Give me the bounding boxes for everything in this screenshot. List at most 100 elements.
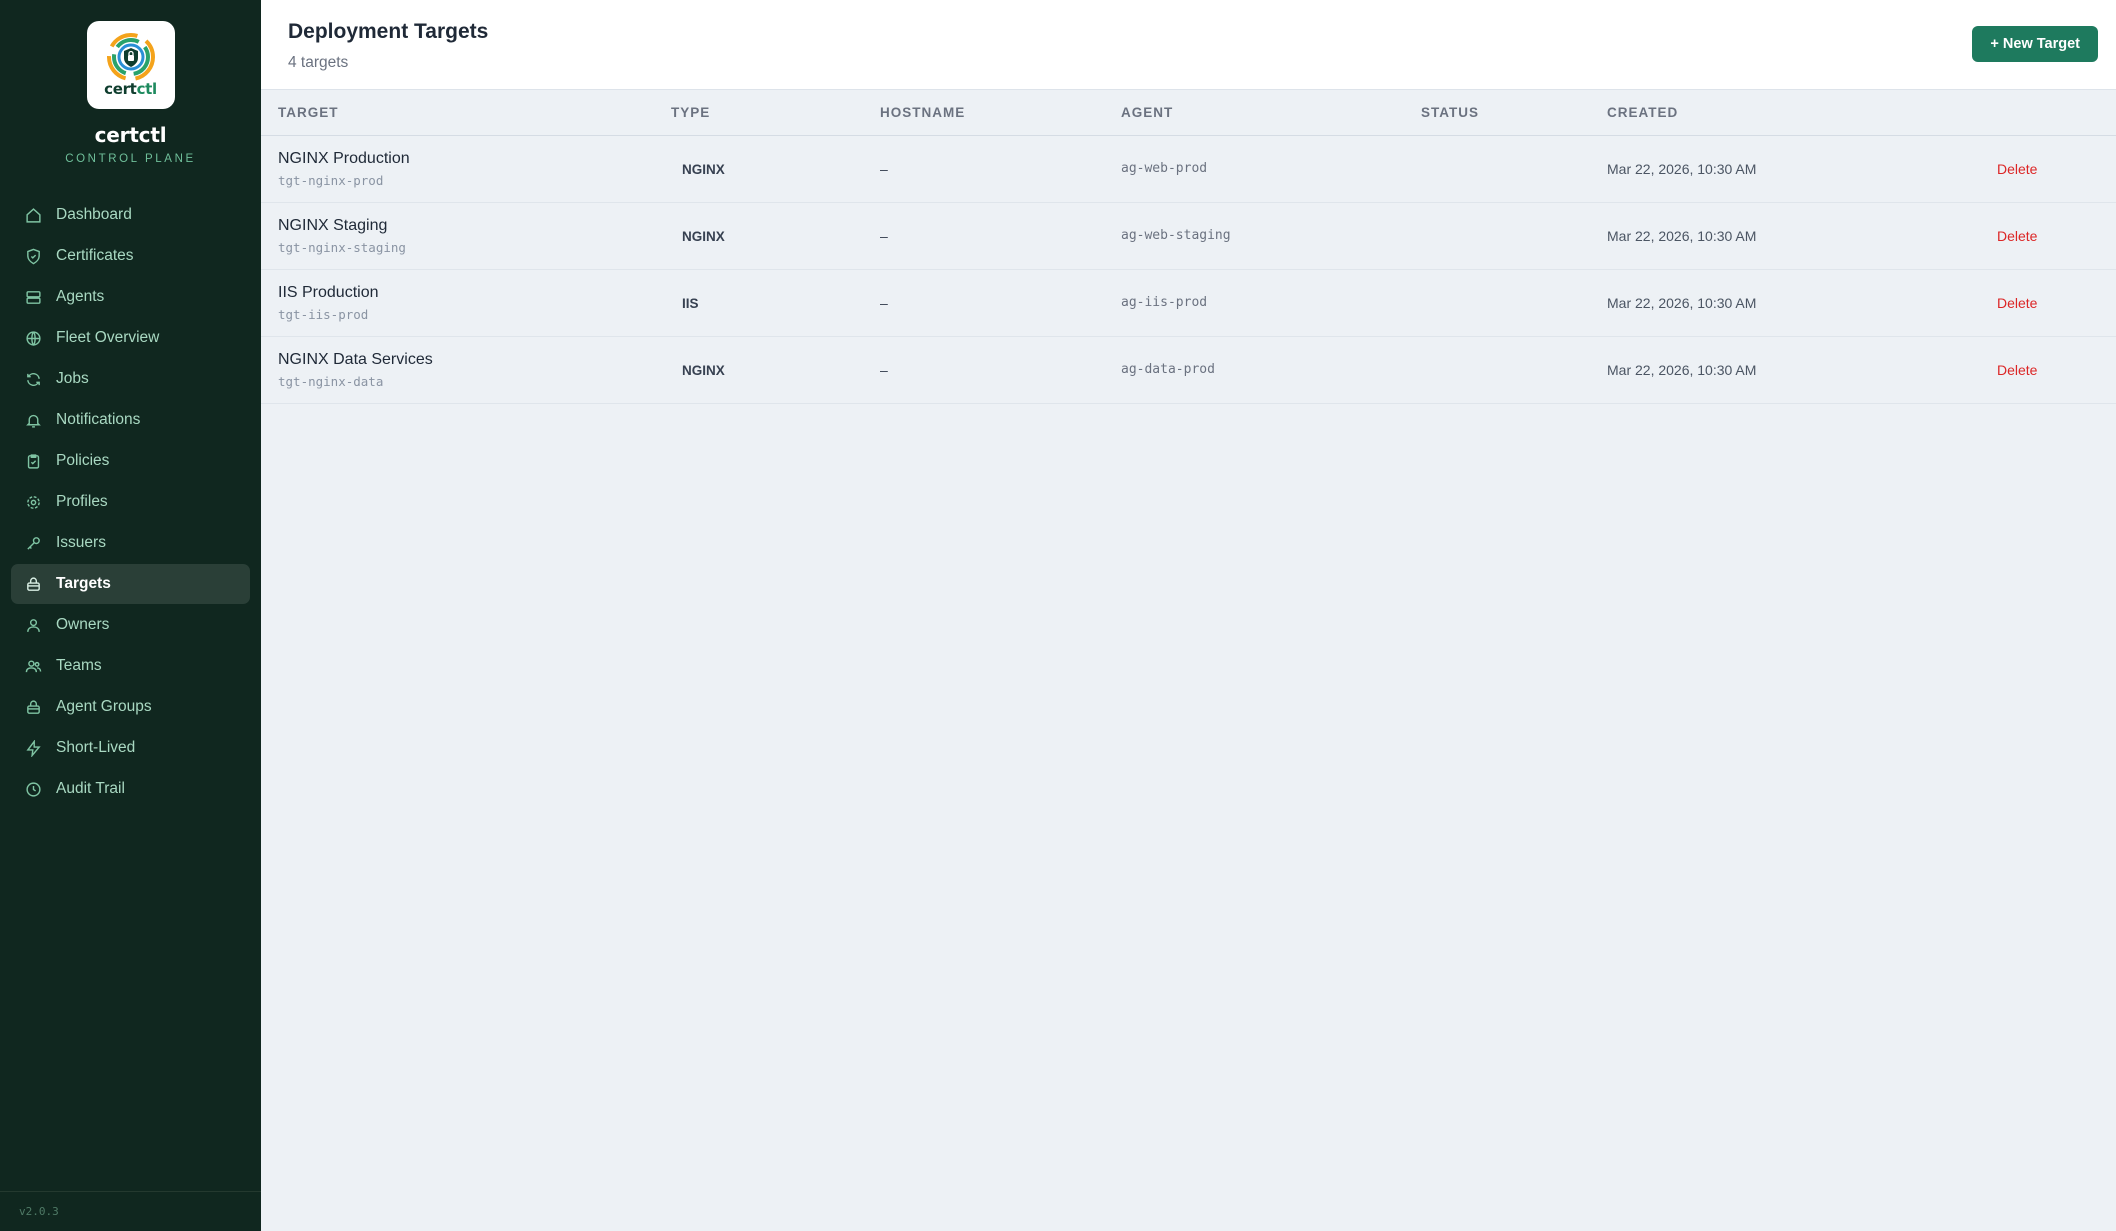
new-target-button[interactable]: + New Target <box>1972 26 2098 62</box>
targets-table: TARGET TYPE HOSTNAME AGENT STATUS CREATE… <box>261 90 2116 404</box>
clipboard-check-icon <box>24 452 42 470</box>
status-cell <box>1404 202 1590 269</box>
actions-cell: Delete <box>1970 269 2116 336</box>
table-row[interactable]: NGINX Staging tgt-nginx-staging NGINX – … <box>261 202 2116 269</box>
actions-cell: Delete <box>1970 336 2116 403</box>
column-header-hostname[interactable]: HOSTNAME <box>863 90 1104 136</box>
page-title: Deployment Targets <box>288 20 489 43</box>
sidebar-item-certificates[interactable]: Certificates <box>11 236 250 276</box>
delete-button[interactable]: Delete <box>1987 295 2037 311</box>
sidebar-item-agent-groups[interactable]: Agent Groups <box>11 687 250 727</box>
sidebar-item-jobs[interactable]: Jobs <box>11 359 250 399</box>
type-badge: NGINX <box>682 161 725 177</box>
column-header-target[interactable]: TARGET <box>261 90 654 136</box>
delete-button[interactable]: Delete <box>1987 228 2037 244</box>
gear-icon <box>24 493 42 511</box>
created-cell: Mar 22, 2026, 10:30 AM <box>1607 160 1757 177</box>
agent-cell: ag-web-prod <box>1121 161 1208 176</box>
key-icon <box>24 534 42 552</box>
created-cell: Mar 22, 2026, 10:30 AM <box>1607 227 1757 244</box>
sidebar-item-issuers[interactable]: Issuers <box>11 523 250 563</box>
sidebar-item-targets[interactable]: Targets <box>11 564 250 604</box>
target-cell: IIS Production tgt-iis-prod <box>261 269 654 336</box>
column-header-status[interactable]: STATUS <box>1404 90 1590 136</box>
sidebar-item-profiles[interactable]: Profiles <box>11 482 250 522</box>
target-cell: NGINX Data Services tgt-nginx-data <box>261 336 654 403</box>
bolt-icon <box>24 739 42 757</box>
target-cell: NGINX Staging tgt-nginx-staging <box>261 202 654 269</box>
sidebar-item-agents[interactable]: Agents <box>11 277 250 317</box>
refresh-icon <box>24 370 42 388</box>
table-row[interactable]: NGINX Production tgt-nginx-prod NGINX – … <box>261 135 2116 202</box>
sidebar-item-fleet-overview[interactable]: Fleet Overview <box>11 318 250 358</box>
logo[interactable]: certctl <box>86 21 175 109</box>
target-id: tgt-nginx-data <box>278 373 384 389</box>
hostname-cell: – <box>880 227 888 244</box>
globe-icon <box>24 329 42 347</box>
delete-button[interactable]: Delete <box>1987 161 2037 177</box>
created-cell: Mar 22, 2026, 10:30 AM <box>1607 361 1757 378</box>
clock-icon <box>24 780 42 798</box>
server-icon <box>24 288 42 306</box>
sidebar-item-label: Short-Lived <box>56 739 136 756</box>
sidebar-item-label: Agent Groups <box>56 698 152 715</box>
box-icon <box>24 575 42 593</box>
column-header-created[interactable]: CREATED <box>1590 90 1970 136</box>
sidebar-item-label: Profiles <box>56 493 108 510</box>
column-header-type[interactable]: TYPE <box>654 90 863 136</box>
app-shell: certctl certctl CONTROL PLANE Dashboard … <box>0 0 2116 1231</box>
sidebar-item-label: Issuers <box>56 534 106 551</box>
sidebar-item-short-lived[interactable]: Short-Lived <box>11 728 250 768</box>
target-count: 4 targets <box>288 54 349 71</box>
target-id: tgt-nginx-staging <box>278 239 406 255</box>
app-subtitle: CONTROL PLANE <box>65 153 196 165</box>
created-cell: Mar 22, 2026, 10:30 AM <box>1607 294 1757 311</box>
type-cell: IIS <box>654 269 863 336</box>
type-cell: NGINX <box>654 202 863 269</box>
table-header-row: TARGET TYPE HOSTNAME AGENT STATUS CREATE… <box>261 90 2116 136</box>
sidebar-item-policies[interactable]: Policies <box>11 441 250 481</box>
delete-button[interactable]: Delete <box>1987 362 2037 378</box>
hostname-cell: – <box>880 160 888 177</box>
sidebar-item-label: Policies <box>56 452 110 469</box>
user-icon <box>24 616 42 634</box>
hostname-cell: – <box>880 361 888 378</box>
type-badge: NGINX <box>682 362 725 378</box>
page-heading: Deployment Targets 4 targets <box>288 20 488 72</box>
target-id: tgt-nginx-prod <box>278 172 384 188</box>
type-cell: NGINX <box>654 336 863 403</box>
bell-icon <box>24 411 42 429</box>
sidebar-item-dashboard[interactable]: Dashboard <box>11 195 250 235</box>
sidebar-item-teams[interactable]: Teams <box>11 646 250 686</box>
sidebar-item-notifications[interactable]: Notifications <box>11 400 250 440</box>
version-label: v2.0.3 <box>0 1191 261 1231</box>
sidebar-item-label: Jobs <box>56 370 89 387</box>
column-header-actions <box>1970 90 2116 136</box>
column-header-agent[interactable]: AGENT <box>1104 90 1404 136</box>
sidebar-item-label: Owners <box>56 616 110 633</box>
app-name: certctl <box>94 123 167 147</box>
home-icon <box>24 206 42 224</box>
brand: certctl certctl CONTROL PLANE <box>0 0 261 165</box>
main-content: Deployment Targets 4 targets + New Targe… <box>261 0 2116 1231</box>
target-name: NGINX Production <box>278 149 410 167</box>
hostname-cell: – <box>880 294 888 311</box>
table-row[interactable]: IIS Production tgt-iis-prod IIS – ag-iis… <box>261 269 2116 336</box>
table-row[interactable]: NGINX Data Services tgt-nginx-data NGINX… <box>261 336 2116 403</box>
target-name: NGINX Data Services <box>278 350 433 368</box>
shield-icon <box>24 247 42 265</box>
sidebar: certctl certctl CONTROL PLANE Dashboard … <box>0 0 261 1231</box>
sidebar-item-owners[interactable]: Owners <box>11 605 250 645</box>
sidebar-item-label: Audit Trail <box>56 780 125 797</box>
sidebar-item-label: Teams <box>56 657 102 674</box>
agent-cell: ag-data-prod <box>1121 362 1215 377</box>
sidebar-item-label: Dashboard <box>56 206 132 223</box>
status-cell <box>1404 135 1590 202</box>
target-cell: NGINX Production tgt-nginx-prod <box>261 135 654 202</box>
logo-text-accent: ctl <box>136 80 158 98</box>
actions-cell: Delete <box>1970 202 2116 269</box>
sidebar-nav: Dashboard Certificates Agents Fleet Over… <box>0 195 261 809</box>
sidebar-item-audit-trail[interactable]: Audit Trail <box>11 769 250 809</box>
target-id: tgt-iis-prod <box>278 306 369 322</box>
sidebar-item-label: Fleet Overview <box>56 329 160 346</box>
